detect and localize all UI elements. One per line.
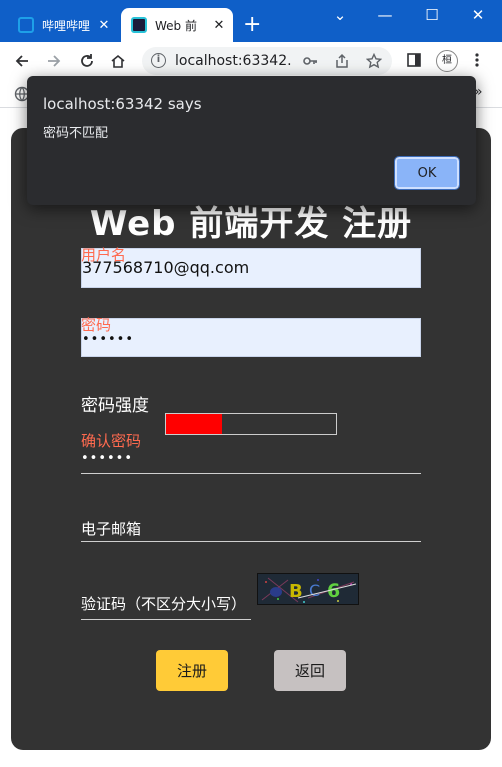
email-input[interactable]: 电子邮箱 <box>81 512 421 542</box>
new-tab-button[interactable]: + <box>243 14 261 36</box>
username-input[interactable]: 377568710@qq.com <box>81 248 421 288</box>
address-url: localhost:63342... <box>175 53 293 69</box>
captcha-label: 验证码（不区分大小写） <box>81 595 247 613</box>
close-tab-icon[interactable]: ✕ <box>96 18 112 33</box>
key-icon[interactable] <box>302 53 318 73</box>
password-input[interactable]: •••••• <box>81 318 421 357</box>
close-window-button[interactable]: ✕ <box>458 6 498 24</box>
captcha-char: C <box>309 581 320 600</box>
browser-toolbar: i localhost:63342... 桓 <box>0 42 502 80</box>
page-content: Web 前端开发 注册 377568710@qq.com 用户名 •••••• … <box>0 108 502 767</box>
site-info-icon[interactable]: i <box>151 53 166 68</box>
bilibili-icon <box>18 17 34 33</box>
side-panel-icon[interactable] <box>406 52 422 72</box>
tab-bilibili[interactable]: 哔哩哔哩 ✕ <box>8 8 118 42</box>
alert-origin: localhost:63342 says <box>43 95 202 113</box>
captcha-image[interactable]: B C 6 <box>257 573 359 605</box>
bookmark-star-icon[interactable] <box>365 52 383 73</box>
strength-fill <box>166 414 223 434</box>
confirm-password-value: •••••• <box>81 451 134 466</box>
reload-icon[interactable] <box>73 48 101 74</box>
email-label: 电子邮箱 <box>81 520 142 538</box>
close-tab-icon[interactable]: ✕ <box>211 18 227 33</box>
alert-dialog: localhost:63342 says 密码不匹配 OK <box>27 76 476 205</box>
register-panel: Web 前端开发 注册 377568710@qq.com 用户名 •••••• … <box>11 128 491 750</box>
captcha-char: B <box>289 581 303 602</box>
share-icon[interactable] <box>334 53 350 73</box>
register-button[interactable]: 注册 <box>156 650 228 691</box>
back-arrow-icon[interactable] <box>8 48 36 74</box>
back-button[interactable]: 返回 <box>274 650 346 691</box>
minimize-button[interactable]: — <box>365 6 405 24</box>
confirm-password-input[interactable]: •••••• <box>81 444 421 474</box>
tab-title: Web 前 <box>155 18 197 33</box>
tab-title: 哔哩哔哩 <box>42 18 91 33</box>
menu-kebab-icon[interactable] <box>474 52 480 72</box>
webstorm-icon <box>131 17 147 33</box>
home-icon[interactable] <box>104 48 132 74</box>
address-bar[interactable]: i localhost:63342... <box>142 47 392 75</box>
password-strength-meter <box>165 413 337 435</box>
strength-label: 密码强度 <box>81 396 149 416</box>
browser-titlebar: 哔哩哔哩 ✕ Web 前 ✕ + ⌄ — ☐ ✕ <box>0 0 502 42</box>
tab-search-icon[interactable]: ⌄ <box>320 6 360 24</box>
alert-ok-button[interactable]: OK <box>394 156 460 190</box>
forward-arrow-icon[interactable] <box>40 48 68 74</box>
tab-web-register[interactable]: Web 前 ✕ <box>121 8 233 42</box>
maximize-button[interactable]: ☐ <box>412 6 452 24</box>
captcha-input[interactable]: 验证码（不区分大小写） <box>81 588 251 620</box>
profile-avatar[interactable]: 桓 <box>436 50 458 72</box>
password-label: 密码 <box>81 316 112 334</box>
alert-message: 密码不匹配 <box>43 126 109 141</box>
username-label: 用户名 <box>81 246 127 264</box>
